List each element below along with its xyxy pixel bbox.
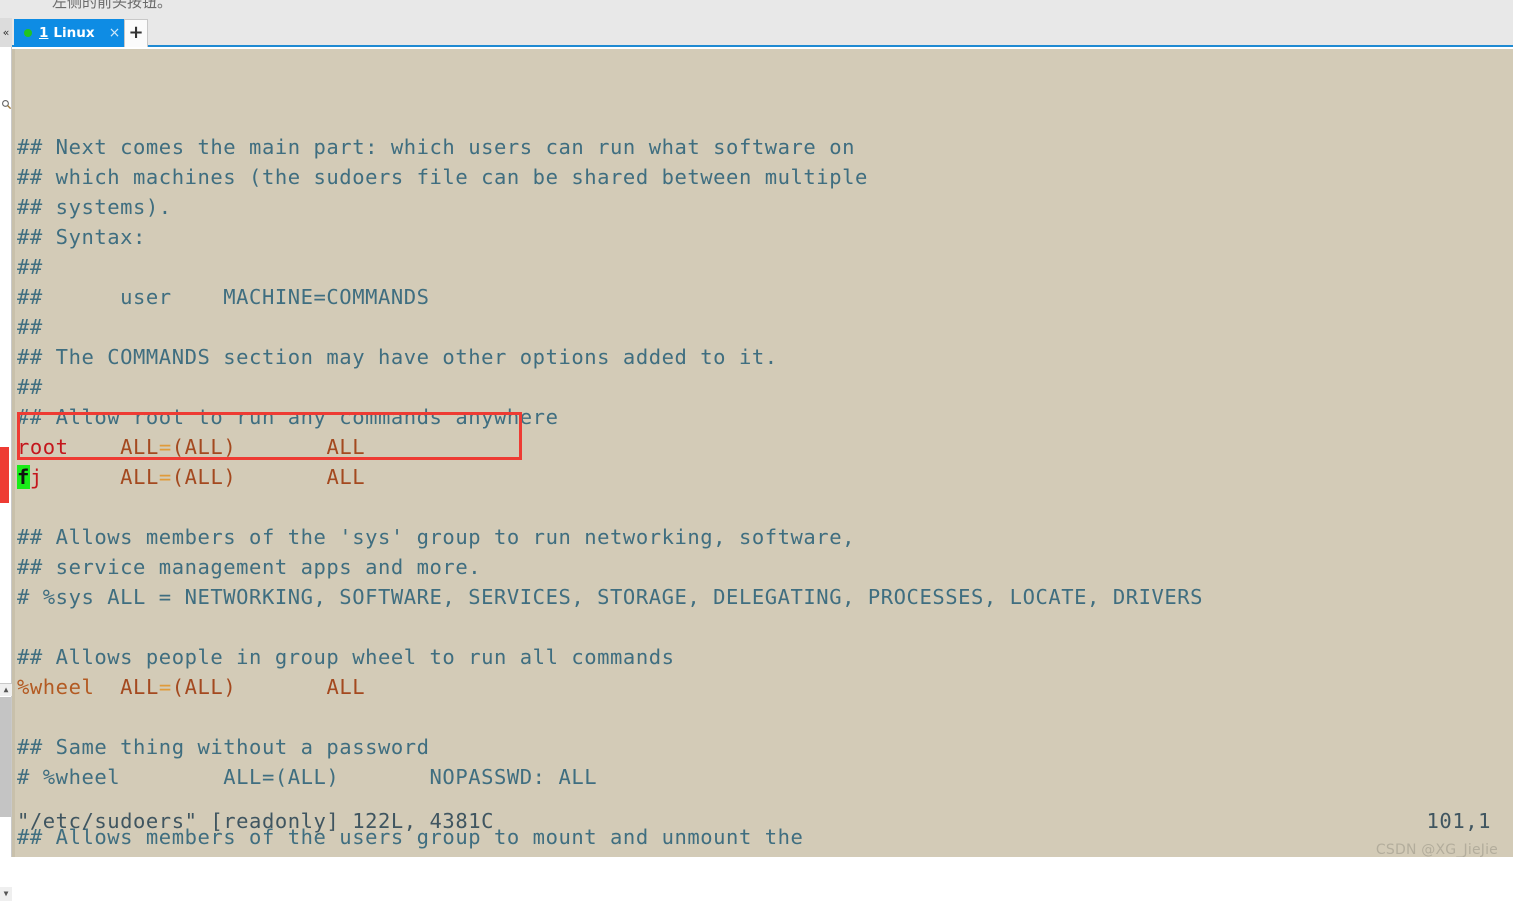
terminal-text: ## which machines (the sudoers file can …	[17, 165, 868, 189]
new-tab-button[interactable]: +	[124, 19, 148, 47]
terminal-line: ## service management apps and more.	[17, 552, 481, 582]
terminal-line: ## user MACHINE=COMMANDS	[17, 282, 430, 312]
scroll-up-arrow-icon[interactable]: ▲	[0, 683, 12, 696]
terminal-line: ## Next comes the main part: which users…	[17, 132, 855, 162]
terminal-text: ALL	[120, 465, 159, 489]
text-cursor: f	[17, 465, 30, 489]
terminal-line: ## systems).	[17, 192, 172, 222]
terminal-text: ## user MACHINE=COMMANDS	[17, 285, 430, 309]
terminal-text: %wheel	[17, 675, 95, 699]
terminal-text: ## Next comes the main part: which users…	[17, 135, 855, 159]
terminal-text: ALL	[326, 465, 366, 489]
collapse-sidebar-button[interactable]: «	[0, 18, 12, 47]
sidebar-red-marker	[0, 447, 9, 503]
terminal-line: %wheel ALL=(ALL) ALL	[17, 672, 365, 702]
terminal-line: ## Allows members of the 'sys' group to …	[17, 522, 855, 552]
search-icon[interactable]	[0, 97, 12, 117]
top-cut-text: 左侧的前头按钮。	[52, 0, 173, 11]
scroll-down-arrow-icon[interactable]: ▼	[0, 887, 12, 901]
vim-status-line: "/etc/sudoers" [readonly] 122L, 4381C	[17, 809, 495, 833]
terminal-line: ## The COMMANDS section may have other o…	[17, 342, 778, 372]
terminal-line: # %wheel ALL=(ALL) NOPASSWD: ALL	[17, 762, 597, 792]
terminal-text: root	[17, 435, 69, 459]
terminal-line: ##	[17, 252, 43, 282]
terminal-text: # %sys ALL = NETWORKING, SOFTWARE, SERVI…	[17, 585, 1204, 609]
terminal-text: ## Allows people in group wheel to run a…	[17, 645, 675, 669]
terminal-line: ## Syntax:	[17, 222, 146, 252]
terminal-text: ALL	[326, 675, 366, 699]
terminal-text: =	[158, 435, 172, 459]
terminal-text: ## Same thing without a password	[17, 735, 430, 759]
terminal-text: =	[158, 675, 172, 699]
terminal-text: ALL	[120, 435, 159, 459]
top-cut-strip: 左侧的前头按钮。	[0, 0, 1513, 18]
tab-bar	[0, 18, 1513, 47]
watermark: CSDN @XG_JieJie	[1375, 842, 1498, 857]
terminal-text: (ALL)	[171, 675, 237, 699]
terminal-text: ## Allow root to run any commands anywhe…	[17, 405, 559, 429]
tab-linux[interactable]: 1 Linux ×	[14, 19, 129, 47]
terminal-text: ## Syntax:	[17, 225, 146, 249]
terminal-line: ##	[17, 372, 43, 402]
tab-label: Linux	[53, 25, 95, 41]
vim-cursor-position: 101,1	[1426, 809, 1491, 833]
terminal-line: ## Allow root to run any commands anywhe…	[17, 402, 558, 432]
terminal-text: (ALL)	[171, 435, 237, 459]
left-sidebar: ▲ ▼	[0, 47, 12, 901]
terminal-text: ## systems).	[17, 195, 172, 219]
terminal-text: ALL	[326, 435, 366, 459]
terminal-line: fj ALL=(ALL) ALL	[17, 462, 365, 492]
terminal-viewport[interactable]: ## Next comes the main part: which users…	[12, 49, 1513, 857]
tab-number: 1	[39, 25, 49, 41]
tab-status-dot	[24, 29, 32, 37]
close-icon[interactable]: ×	[109, 26, 121, 40]
terminal-line: ## Allows people in group wheel to run a…	[17, 642, 675, 672]
terminal-text: ## service management apps and more.	[17, 555, 482, 579]
terminal-text: ## Allows members of the 'sys' group to …	[17, 525, 855, 549]
terminal-line: ## Same thing without a password	[17, 732, 430, 762]
terminal-text: ##	[17, 375, 43, 399]
terminal-text: ##	[17, 255, 43, 279]
terminal-line: ##	[17, 312, 43, 342]
terminal-text: ##	[17, 315, 43, 339]
terminal-left-edge	[12, 49, 15, 857]
terminal-text: j	[29, 465, 43, 489]
terminal-line: # %sys ALL = NETWORKING, SOFTWARE, SERVI…	[17, 582, 1203, 612]
sidebar-scrollbar-thumb[interactable]	[0, 697, 11, 817]
terminal-text: (ALL)	[171, 465, 237, 489]
terminal-line: ## which machines (the sudoers file can …	[17, 162, 868, 192]
terminal-text: =	[158, 465, 172, 489]
terminal-text: ALL	[120, 675, 159, 699]
terminal-text: # %wheel ALL=(ALL) NOPASSWD: ALL	[17, 765, 598, 789]
terminal-text: ## The COMMANDS section may have other o…	[17, 345, 778, 369]
terminal-line: root ALL=(ALL) ALL	[17, 432, 365, 462]
